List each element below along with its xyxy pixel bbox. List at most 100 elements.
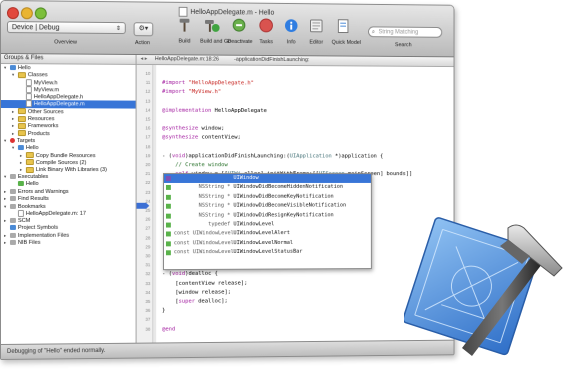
- code-completion-popup[interactable]: UIWindow NSString * UIWindowDidBecomeHidd…: [163, 173, 372, 271]
- sidebar-item-compile-sources-2[interactable]: ▸ Compile Sources (2): [1, 159, 136, 166]
- hammer-icon: [173, 17, 196, 38]
- file-icon: [17, 209, 24, 217]
- toolbar-build-button[interactable]: Build: [173, 17, 196, 45]
- line-number: 14: [145, 107, 151, 113]
- zoom-button[interactable]: [34, 7, 47, 20]
- completion-item[interactable]: NSString * UIWindowDidBecomeVisibleNotif…: [164, 202, 371, 212]
- sidebar-item-executables[interactable]: ▾ Executables: [1, 173, 136, 180]
- completion-symbol-name: UIWindowLevel: [230, 221, 275, 228]
- gray-icon: [9, 232, 16, 238]
- toolbar-build-and-go-button[interactable]: Build and Go: [200, 17, 231, 45]
- folder-icon: [17, 115, 26, 122]
- green-icon: [17, 180, 24, 186]
- sidebar-item-label: NIB Files: [17, 239, 41, 247]
- sidebar-item-label: HelloAppDelegate.h: [33, 94, 84, 101]
- line-number: 15: [145, 116, 151, 122]
- sidebar-item-label: Targets: [16, 138, 36, 145]
- groups-and-files-sidebar: Groups & Files ▾ Hello ▾ Classes MyView.h MyV…: [0, 54, 137, 344]
- completion-symbol-name: UIWindowDidBecomeKeyNotification: [230, 193, 334, 200]
- gray-icon: [9, 240, 16, 246]
- line-number: 20: [145, 162, 151, 168]
- code-line: #import "MyView.h": [162, 89, 222, 96]
- sidebar-item-label: Hello: [17, 65, 31, 72]
- code-line: @synthesize contentView;: [162, 134, 241, 141]
- toolbar-editor-button[interactable]: Editor: [305, 18, 328, 46]
- minimize-button[interactable]: [20, 7, 33, 20]
- folder-icon: [25, 159, 34, 166]
- file-popup[interactable]: HelloAppDelegate.m:18:26: [155, 56, 219, 62]
- sidebar-item-label: Other Sources: [27, 108, 64, 116]
- code-line: // Create window: [162, 162, 228, 169]
- blue-icon: [17, 145, 24, 151]
- line-number: 27: [145, 225, 151, 231]
- action-button[interactable]: ⚙▾: [133, 22, 154, 37]
- line-number: 23: [145, 189, 151, 195]
- line-number: 25: [145, 207, 151, 213]
- sidebar-item-label: MyView.m: [33, 87, 60, 94]
- sidebar-item-label: Frameworks: [27, 123, 59, 130]
- sidebar-item-hello[interactable]: Hello: [1, 181, 136, 188]
- gray-icon: [9, 196, 16, 202]
- completion-symbol-name: UIWindowDidResignKeyNotification: [230, 211, 334, 219]
- sidebar-item-nib-files[interactable]: ▸ NIB Files: [1, 239, 136, 247]
- line-number: 12: [145, 89, 151, 95]
- toolbar-item-label: Tasks: [259, 39, 273, 46]
- const-symbol-icon: [165, 213, 171, 219]
- sidebar-item-label: Link Binary With Libraries (3): [35, 167, 107, 174]
- const-symbol-icon: [165, 250, 171, 256]
- sidebar-item-label: Executables: [17, 174, 49, 181]
- folder-icon: [17, 122, 26, 129]
- search-label: Search: [394, 42, 412, 49]
- sidebar-item-label: Copy Bundle Resources: [35, 152, 96, 159]
- line-number: 21: [145, 171, 151, 177]
- toolbar-item-label: Deactivate: [227, 38, 253, 46]
- build-go-icon: [200, 17, 223, 38]
- search-placeholder: String Matching: [378, 29, 419, 36]
- target-icon: [9, 138, 15, 144]
- completion-return-type: NSString *: [198, 193, 231, 200]
- completion-return-type: NSString *: [198, 212, 231, 219]
- nav-back-icon[interactable]: ◂ ▸: [140, 56, 147, 62]
- line-number: 30: [145, 253, 151, 259]
- symbol-popup[interactable]: -applicationDidFinishLaunching:: [234, 57, 309, 63]
- toolbar-item-label: Editor: [309, 39, 324, 46]
- device-popup[interactable]: Device | Debug ⇕: [6, 21, 126, 35]
- sidebar-item-link-binary-with-libraries-3[interactable]: ▸ Link Binary With Libraries (3): [1, 166, 136, 173]
- completion-symbol-name: UIWindowLevelAlert: [230, 230, 290, 237]
- code-line: [contentView release];: [162, 280, 248, 287]
- file-icon: [25, 86, 32, 94]
- completion-item[interactable]: NSString * UIWindowDidBecomeKeyNotificat…: [164, 193, 371, 202]
- toolbar-tasks-button[interactable]: Tasks: [255, 17, 278, 45]
- completion-symbol-name: UIWindow: [230, 175, 259, 181]
- line-number: 19: [145, 153, 151, 158]
- line-gutter[interactable]: 10 11 12 13 14 15 16 17 18 19 20 21 22 23 24 25 26 27 28 29…: [136, 64, 154, 343]
- deactivate-icon: [227, 17, 250, 38]
- gray-icon: [9, 189, 16, 195]
- completion-symbol-name: UIWindowDidBecomeHiddenNotification: [230, 184, 343, 191]
- toolbar-deactivate-button[interactable]: Deactivate: [227, 17, 253, 46]
- typedef-symbol-icon: [165, 222, 171, 228]
- toolbar-quick-model-button[interactable]: Quick Model: [331, 18, 361, 46]
- blue-icon: [9, 224, 16, 230]
- sidebar-item-label: Find Results: [17, 196, 49, 203]
- completion-item[interactable]: UIWindow: [164, 174, 371, 184]
- toolbar-item-label: Quick Model: [331, 39, 361, 46]
- sidebar-item-label: Hello: [25, 145, 39, 152]
- sidebar-item-errors-and-warnings[interactable]: ▸ Errors and Warnings: [1, 188, 136, 195]
- completion-item[interactable]: NSString * UIWindowDidResignKeyNotificat…: [164, 211, 371, 221]
- line-number: 35: [145, 298, 151, 304]
- sidebar-item-label: Classes: [27, 72, 48, 79]
- completion-item[interactable]: NSString * UIWindowDidBecomeHiddenNotifi…: [164, 183, 371, 192]
- close-button[interactable]: [6, 7, 19, 20]
- line-number: 38: [145, 326, 151, 332]
- completion-item[interactable]: const UIWindowLevel UIWindowLevelStatusB…: [164, 248, 371, 258]
- line-number: 28: [145, 235, 151, 241]
- xcode-hammer-icon: [404, 217, 563, 356]
- search-input[interactable]: ⌕ String Matching: [368, 26, 443, 38]
- toolbar-info-button[interactable]: Info: [280, 18, 303, 46]
- code-line: @end: [162, 326, 176, 333]
- line-number: 31: [145, 262, 151, 268]
- completion-return-type: typedef: [208, 221, 231, 228]
- completion-symbol-name: UIWindowDidBecomeVisibleNotification: [230, 202, 347, 209]
- completion-return-type: NSString *: [198, 184, 231, 191]
